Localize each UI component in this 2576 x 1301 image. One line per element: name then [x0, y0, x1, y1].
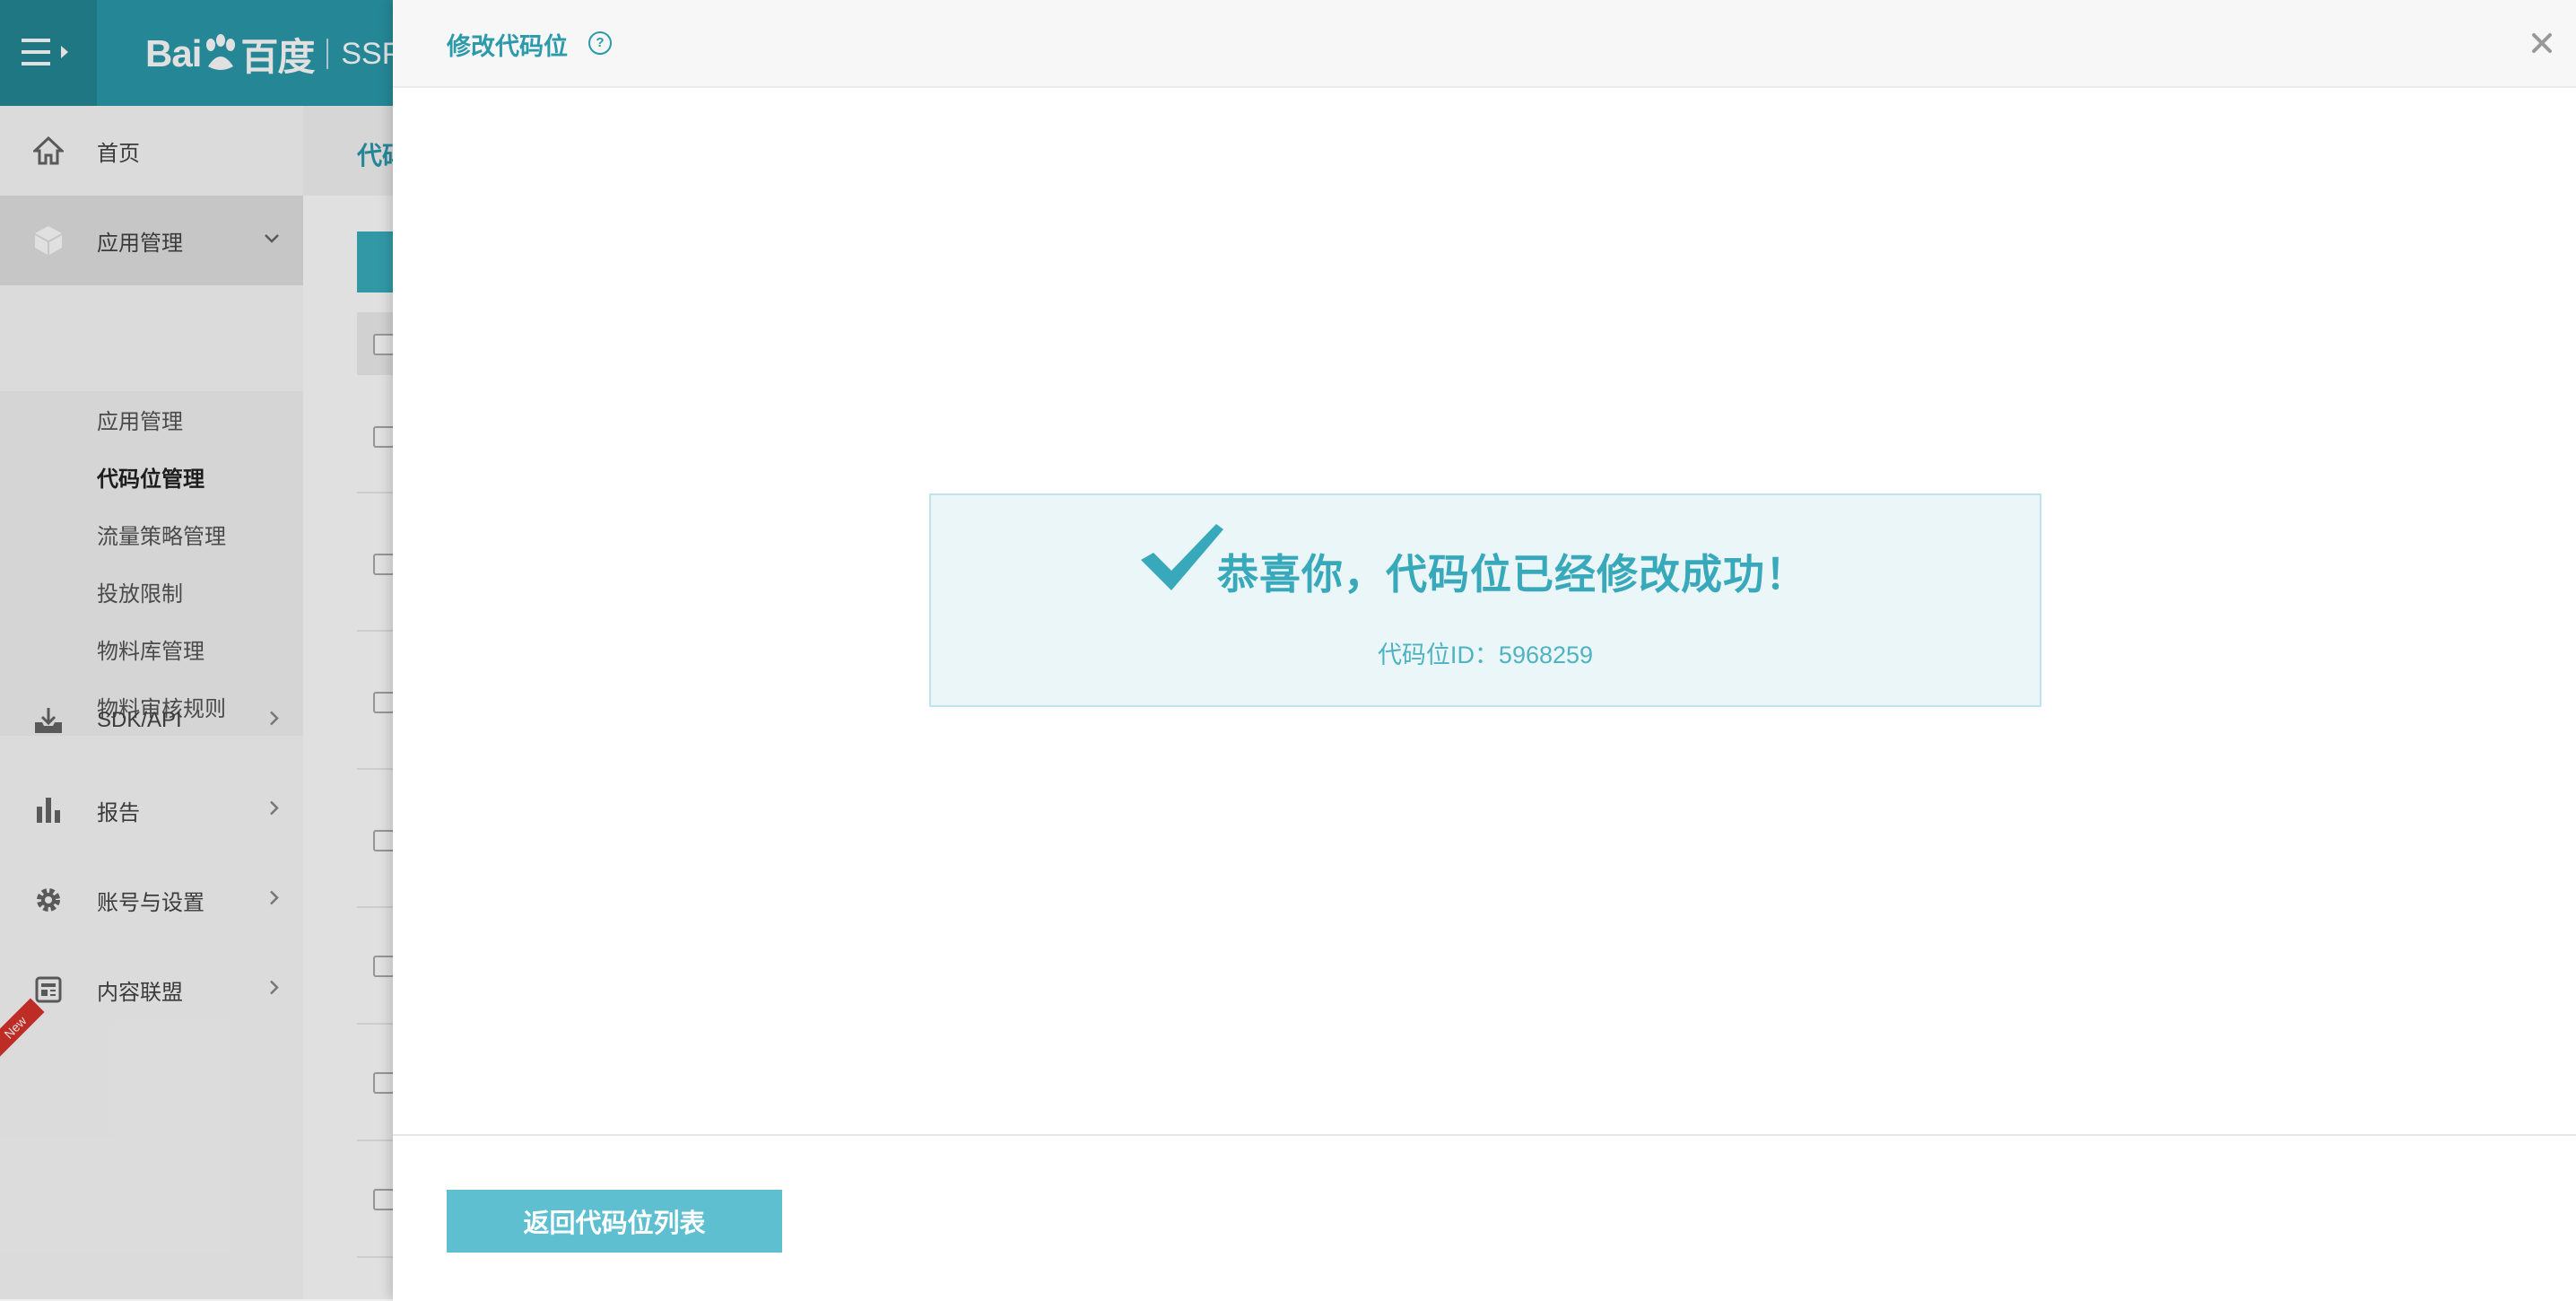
- edit-slot-dialog: 修改代码位 ? 恭喜你，代码位已经修改成功！ 代码位ID：5968259 返回代…: [393, 0, 2576, 1301]
- dialog-footer: 返回代码位列表: [393, 1134, 2576, 1301]
- success-message: 恭喜你，代码位已经修改成功！: [1217, 551, 1807, 598]
- slot-id-text: 代码位ID：5968259: [1377, 642, 1594, 668]
- back-to-slot-list-button[interactable]: 返回代码位列表: [447, 1190, 782, 1253]
- success-panel: 恭喜你，代码位已经修改成功！ 代码位ID：5968259: [929, 493, 2041, 707]
- dialog-title: 修改代码位: [447, 33, 568, 60]
- help-icon[interactable]: ?: [588, 31, 612, 55]
- close-icon[interactable]: [2529, 31, 2554, 56]
- dialog-header: 修改代码位 ?: [393, 0, 2576, 88]
